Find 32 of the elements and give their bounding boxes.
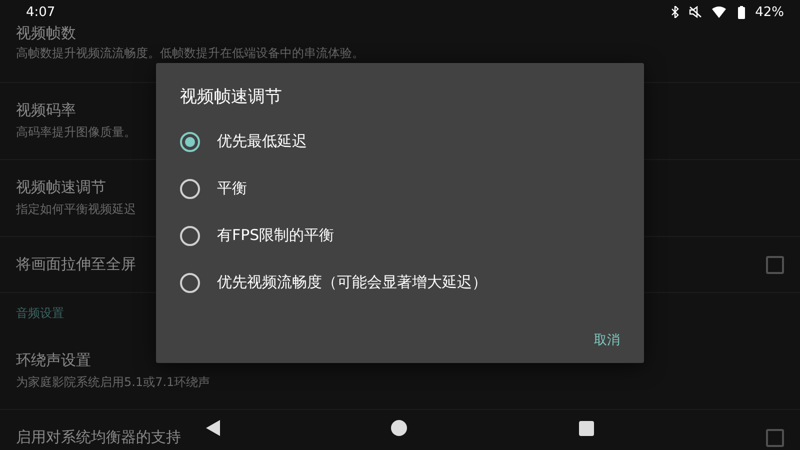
radio-button[interactable] [180, 132, 200, 152]
home-icon[interactable] [391, 420, 408, 436]
checkbox[interactable] [766, 256, 784, 274]
radio-button[interactable] [180, 178, 200, 198]
setting-title[interactable]: 视频帧速调节 [16, 178, 106, 197]
option-label[interactable]: 优先最低延迟 [217, 132, 307, 151]
muted-speaker-icon [689, 6, 702, 18]
setting-title[interactable]: 启用对系统均衡器的支持 [16, 428, 181, 447]
bluetooth-icon [671, 6, 680, 18]
radio-button[interactable] [180, 226, 200, 246]
option-label[interactable]: 优先视频流畅度（可能会显著增大延迟） [217, 273, 487, 292]
setting-summary: 高码率提升图像质量。 [16, 124, 136, 141]
battery-percent: 42% [755, 4, 784, 20]
option-label[interactable]: 平衡 [217, 179, 247, 198]
cancel-button[interactable]: 取消 [586, 322, 628, 356]
setting-summary: 指定如何平衡视频延迟 [16, 201, 136, 218]
checkbox[interactable] [766, 428, 784, 446]
setting-title[interactable]: 环绕声设置 [16, 351, 91, 370]
setting-title[interactable]: 将画面拉伸至全屏 [16, 255, 136, 274]
back-icon[interactable] [206, 420, 220, 436]
category-header: 音频设置 [16, 304, 64, 322]
dialog-title: 视频帧速调节 [179, 86, 283, 108]
radio-button[interactable] [180, 272, 200, 292]
battery-icon [738, 6, 746, 18]
setting-summary: 高帧数提升视频流流畅度。低帧数提升在低端设备中的串流体验。 [16, 45, 364, 62]
status-time: 4:07 [26, 4, 56, 20]
option-label[interactable]: 有FPS限制的平衡 [217, 226, 334, 245]
setting-title[interactable]: 视频码率 [16, 101, 76, 120]
recents-icon[interactable] [579, 420, 594, 436]
wifi-icon [712, 6, 728, 18]
setting-summary: 为家庭影院系统启用5.1或7.1环绕声 [16, 374, 210, 391]
setting-title[interactable]: 视频帧数 [16, 24, 76, 43]
